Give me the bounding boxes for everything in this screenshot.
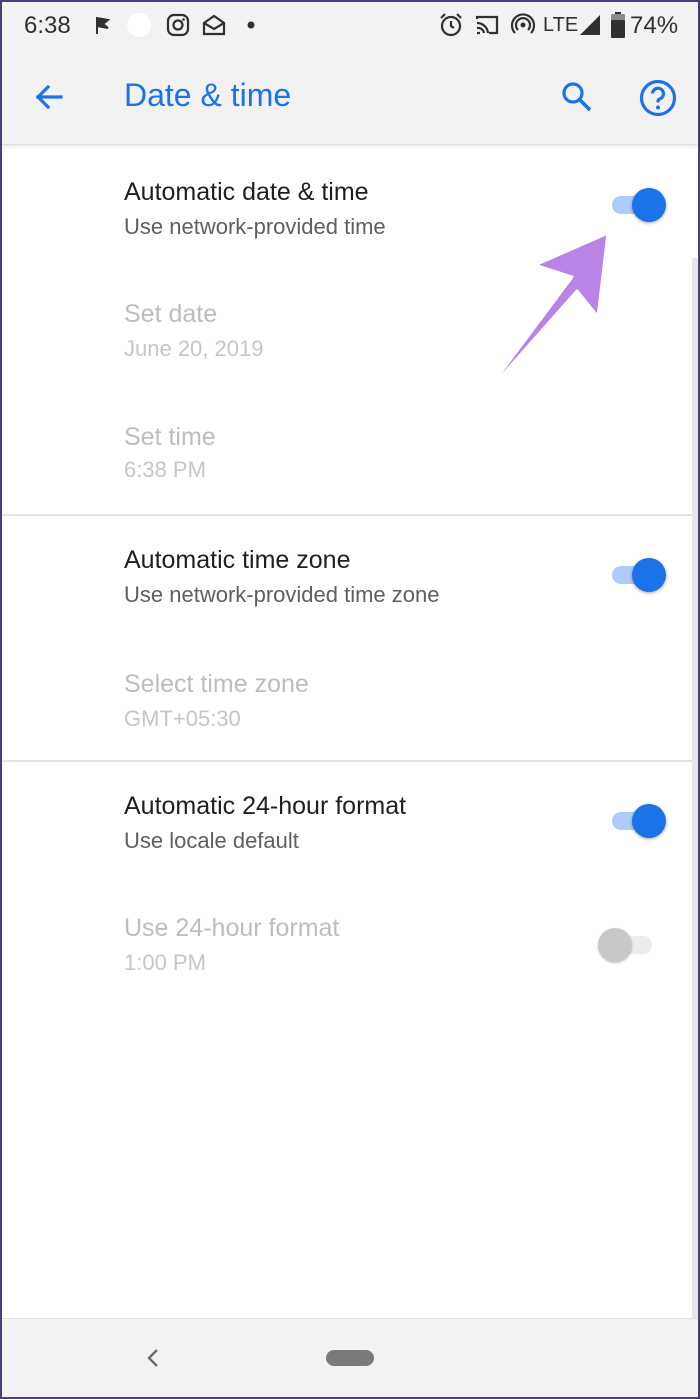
switch-thumb	[632, 188, 666, 222]
circle-notification-icon	[126, 12, 152, 38]
section-divider	[0, 514, 700, 516]
mail-icon	[201, 12, 227, 38]
network-type-label: LTE	[543, 14, 579, 36]
frame-border	[0, 0, 2, 1399]
setting-summary: Use network-provided time zone	[124, 582, 440, 607]
setting-title: Set date	[124, 300, 218, 328]
section-divider	[0, 760, 700, 762]
battery-icon	[605, 12, 631, 38]
nav-back-button[interactable]	[138, 1343, 168, 1373]
setting-summary: Use network-provided time	[124, 214, 386, 239]
automatic-24-hour-format-switch[interactable]	[606, 800, 666, 840]
instagram-icon	[165, 12, 191, 38]
search-button[interactable]	[556, 76, 598, 118]
switch-thumb	[632, 804, 666, 838]
status-time: 6:38	[24, 12, 71, 39]
hotspot-icon	[510, 12, 536, 38]
frame-border	[0, 0, 700, 2]
setting-title: Automatic time zone	[124, 546, 351, 574]
automatic-time-zone-switch[interactable]	[606, 554, 666, 594]
dot-icon	[238, 12, 264, 38]
status-bar: 6:38 LTE 74%	[0, 0, 700, 50]
setting-automatic-time-zone[interactable]: Automatic time zone Use network-provided…	[0, 520, 700, 640]
signal-icon	[577, 12, 603, 38]
search-icon	[562, 82, 592, 112]
navigation-bar	[0, 1318, 700, 1399]
use-24-hour-format-switch[interactable]	[598, 924, 660, 964]
setting-title: Set time	[124, 423, 216, 451]
setting-summary: June 20, 2019	[124, 336, 264, 361]
screen: 6:38 LTE 74% Date & time Automatic date …	[0, 0, 700, 1399]
setting-title: Automatic date & time	[124, 178, 369, 206]
setting-title: Use 24-hour format	[124, 914, 340, 942]
flag-icon	[90, 12, 116, 38]
arrow-back-icon	[35, 84, 63, 110]
back-button[interactable]	[28, 76, 70, 118]
setting-use-24-hour-format[interactable]: Use 24-hour format 1:00 PM	[0, 888, 700, 1006]
setting-summary: GMT+05:30	[124, 706, 241, 731]
help-button[interactable]	[636, 76, 680, 120]
nav-back-icon	[147, 1349, 158, 1367]
alarm-icon	[438, 12, 464, 38]
setting-summary: 1:00 PM	[124, 950, 206, 975]
setting-automatic-24-hour-format[interactable]: Automatic 24-hour format Use locale defa…	[0, 766, 700, 886]
home-pill-icon[interactable]	[326, 1350, 374, 1366]
automatic-date-time-switch[interactable]	[606, 184, 666, 224]
switch-thumb	[598, 928, 632, 962]
setting-title: Select time zone	[124, 670, 309, 698]
help-icon	[639, 79, 677, 117]
setting-title: Automatic 24-hour format	[124, 792, 407, 820]
setting-summary: 6:38 PM	[124, 457, 206, 482]
cast-icon	[474, 12, 500, 38]
setting-summary: Use locale default	[124, 828, 299, 853]
annotation-arrow-icon	[476, 231, 610, 405]
page-title: Date & time	[124, 77, 292, 113]
setting-select-time-zone[interactable]: Select time zone GMT+05:30	[0, 642, 700, 758]
app-bar: Date & time	[0, 50, 700, 145]
switch-thumb	[632, 558, 666, 592]
battery-percentage: 74%	[630, 12, 679, 39]
